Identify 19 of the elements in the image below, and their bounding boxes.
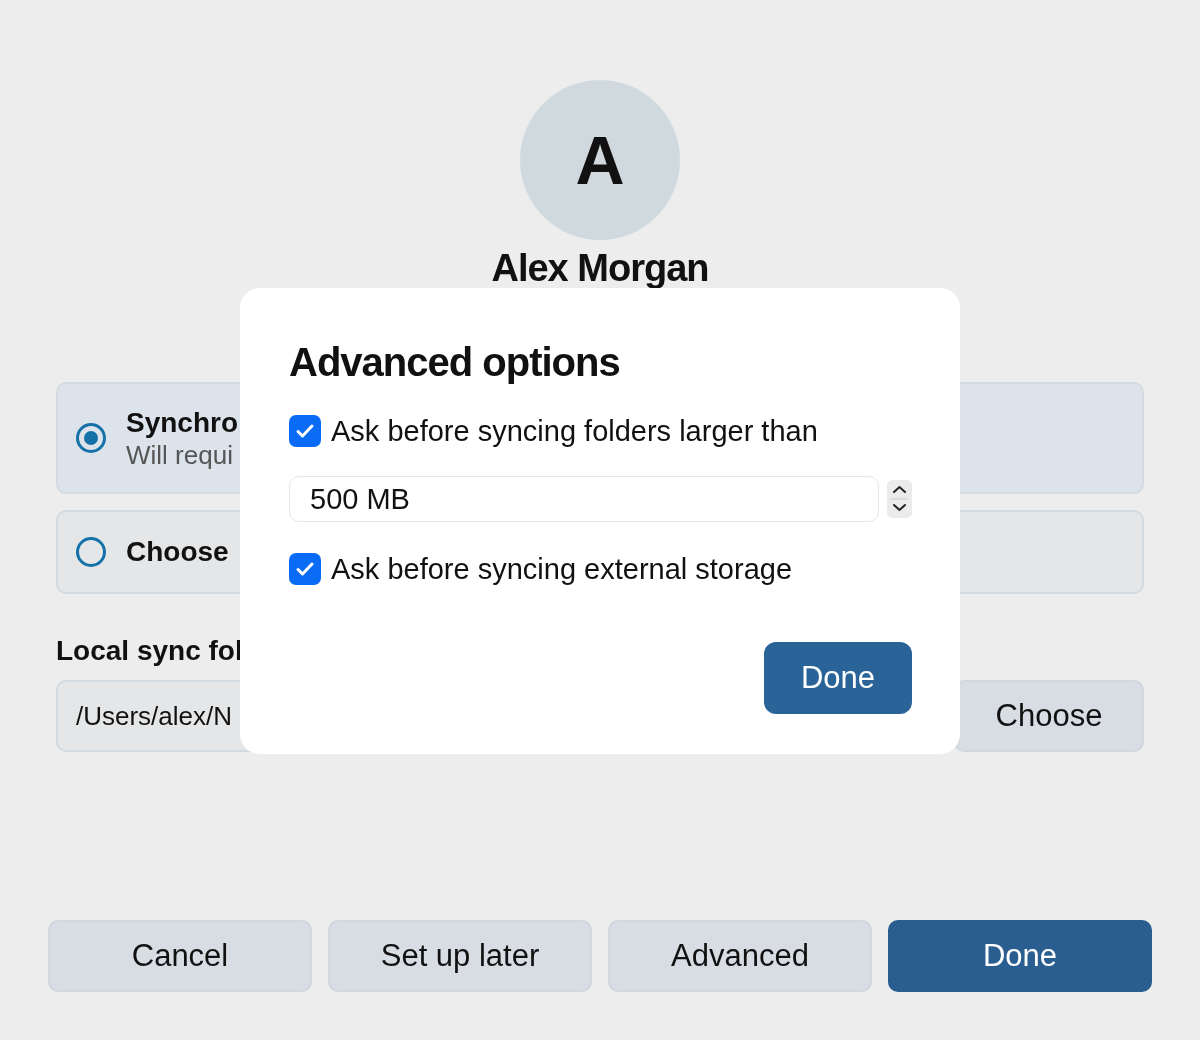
done-button[interactable]: Done — [764, 642, 912, 714]
checkbox-label: Ask before syncing external storage — [331, 552, 793, 586]
choose-button[interactable]: Choose — [954, 680, 1144, 752]
number-field[interactable]: 500 MB — [289, 476, 879, 522]
user-name: Alex Morgan — [491, 246, 709, 291]
radio-button[interactable] — [76, 537, 106, 567]
avatar: A — [520, 80, 680, 240]
dialog-title: Advanced options — [289, 339, 621, 386]
done-button[interactable]: Done — [888, 920, 1152, 992]
action-button[interactable]: Advanced — [608, 920, 872, 992]
checkbox[interactable] — [289, 415, 321, 447]
option-description: Will requi — [126, 440, 234, 470]
checkbox[interactable] — [289, 553, 321, 585]
checkbox-label: Ask before syncing folders larger than — [331, 414, 818, 448]
option-title: Choose — [126, 535, 229, 569]
action-button[interactable]: Set up later — [328, 920, 592, 992]
option-title: Synchro — [126, 406, 239, 440]
radio-button[interactable] — [76, 423, 106, 453]
action-button[interactable]: Cancel — [48, 920, 312, 992]
